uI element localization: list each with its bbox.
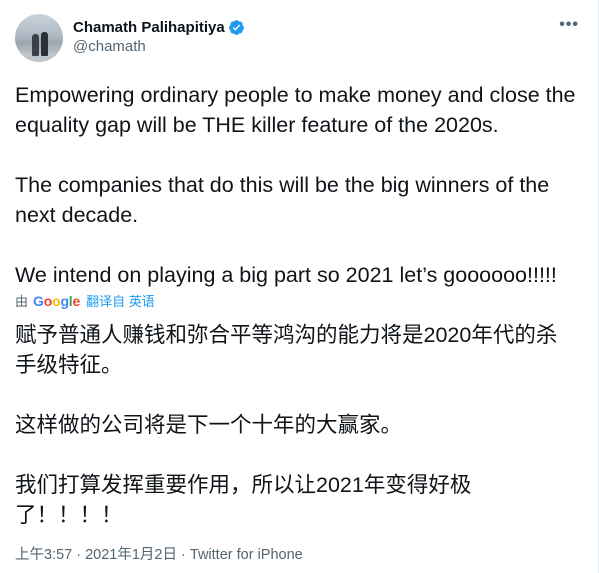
avatar-ground <box>15 53 63 62</box>
translation-attribution: 由 Google 翻译自 英语 <box>15 291 155 310</box>
author-block: Chamath Palihapitiya @chamath <box>73 19 245 55</box>
avatar-figure <box>41 32 48 56</box>
verified-badge-icon <box>228 19 245 36</box>
google-logo: Google <box>33 292 81 309</box>
tweet-header: Chamath Palihapitiya @chamath ••• <box>15 14 583 62</box>
name-row: Chamath Palihapitiya <box>73 19 245 36</box>
translated-paragraph: 赋予普通人赚钱和弥合平等鸿沟的能力将是2020年代的杀手级特征。 <box>15 323 558 377</box>
translated-from-link[interactable]: 翻译自 英语 <box>86 291 155 310</box>
translated-paragraph: 我们打算发挥重要作用，所以让2021年变得好极了！！！！ <box>15 473 472 527</box>
avatar[interactable] <box>15 14 63 62</box>
display-name[interactable]: Chamath Palihapitiya <box>73 19 225 36</box>
tweet-text: Empowering ordinary people to make money… <box>15 80 588 290</box>
tweet-timestamp[interactable]: 上午3:57 · 2021年1月2日 <box>15 547 177 563</box>
tweet-card: Chamath Palihapitiya @chamath ••• Empowe… <box>0 0 599 573</box>
translated-text: 赋予普通人赚钱和弥合平等鸿沟的能力将是2020年代的杀手级特征。 这样做的公司将… <box>15 320 568 530</box>
more-options-icon[interactable]: ••• <box>559 16 579 34</box>
tweet-footer: 上午3:57 · 2021年1月2日 · Twitter for iPhone <box>15 543 303 564</box>
translation-by-label: 由 <box>15 294 29 309</box>
tweet-source[interactable]: Twitter for iPhone <box>190 547 303 563</box>
tweet-paragraph: The companies that do this will be the b… <box>15 173 550 227</box>
avatar-figure <box>32 34 39 56</box>
translated-paragraph: 这样做的公司将是下一个十年的大赢家。 <box>15 413 403 437</box>
author-handle[interactable]: @chamath <box>73 38 245 55</box>
footer-separator: · <box>177 547 190 563</box>
tweet-paragraph: Empowering ordinary people to make money… <box>15 83 576 137</box>
tweet-paragraph: We intend on playing a big part so 2021 … <box>15 263 557 287</box>
